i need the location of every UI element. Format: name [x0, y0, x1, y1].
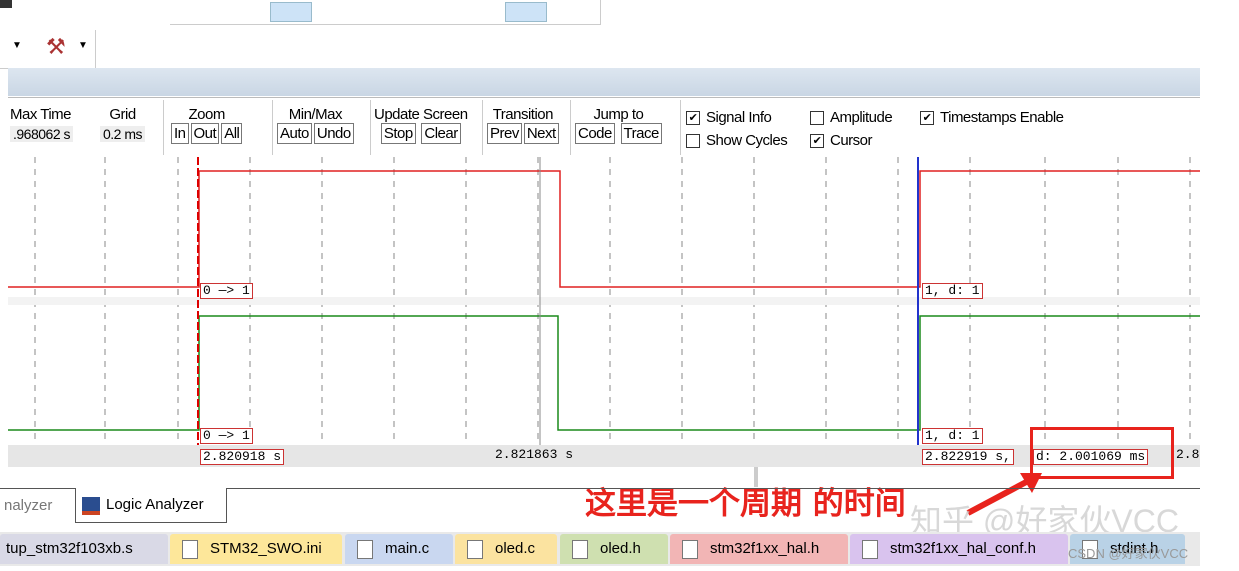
- file-icon: [572, 540, 588, 559]
- signal-1-delta-label: 1, d: 1: [922, 283, 983, 299]
- toolbar-buttons[interactable]: [170, 0, 601, 25]
- transition-label: Transition: [492, 106, 554, 123]
- grid-label: Grid: [109, 106, 136, 123]
- jump-to-label: Jump to: [593, 106, 644, 123]
- file-tab-label: main.c: [385, 540, 430, 557]
- file-icon: [182, 540, 198, 559]
- file-tab-label: oled.h: [600, 540, 641, 557]
- tools-icon[interactable]: ⚒: [46, 34, 66, 60]
- annotation-box: [1030, 427, 1174, 479]
- title-band: [8, 68, 1200, 96]
- file-tab-label: stm32f1xx_hal.h: [710, 540, 820, 557]
- logic-analyzer-controls: Max Time .968062 s Grid 0.2 ms Zoom In Out Al…: [8, 97, 1200, 158]
- amplitude-label: Amplitude: [830, 109, 893, 126]
- waveform-plot: [8, 157, 1200, 445]
- tab-analyzer[interactable]: nalyzer: [4, 497, 52, 514]
- file-tab[interactable]: tup_stm32f103xb.s: [0, 534, 168, 564]
- stop-button[interactable]: Stop: [380, 123, 416, 144]
- signal-info-checkbox[interactable]: ✔: [686, 111, 700, 126]
- time-cursor: 2.821863 s: [495, 447, 574, 462]
- file-tab-label: stm32f1xx_hal_conf.h: [890, 540, 1036, 557]
- window-button[interactable]: [505, 2, 547, 22]
- update-screen-label: Update Screen: [374, 106, 468, 123]
- file-icon: [682, 540, 698, 559]
- secondary-toolbar: ▼ ⚒ ▼: [0, 30, 96, 69]
- undo-button[interactable]: Undo: [313, 123, 354, 144]
- logic-analyzer-icon: [82, 497, 100, 515]
- zoom-out-button[interactable]: Out: [190, 123, 220, 144]
- file-icon: [467, 540, 483, 559]
- find-button[interactable]: [270, 2, 312, 22]
- cursor-label: Cursor: [830, 132, 873, 149]
- timestamps-label: Timestamps Enable: [940, 109, 1064, 126]
- app-icon: [0, 0, 12, 8]
- time-axis: 2.820918 s 2.821863 s 2.822919 s, d: 2.0…: [8, 445, 1200, 467]
- clear-button[interactable]: Clear: [421, 123, 461, 144]
- file-tab[interactable]: oled.h: [560, 534, 668, 564]
- grid-value: 0.2 ms: [100, 126, 146, 142]
- file-tabs: tup_stm32f103xb.s STM32_SWO.ini main.c oled…: [0, 532, 1200, 566]
- signal-separator: [8, 297, 1200, 305]
- file-icon: [357, 540, 373, 559]
- zoom-all-button[interactable]: All: [221, 123, 243, 144]
- file-tab[interactable]: stm32f1xx_hal.h: [670, 534, 848, 564]
- signal-1-trace: [8, 170, 1200, 288]
- timestamps-checkbox[interactable]: ✔: [920, 111, 934, 126]
- main-toolbar: [0, 0, 1239, 30]
- file-tab[interactable]: oled.c: [455, 534, 557, 564]
- minmax-label: Min/Max: [288, 106, 343, 123]
- code-button[interactable]: Code: [575, 123, 615, 144]
- dropdown-arrow-icon[interactable]: ▼: [78, 40, 88, 51]
- file-tab[interactable]: stm32f1xx_hal_conf.h: [850, 534, 1068, 564]
- zoom-label: Zoom: [188, 106, 226, 123]
- file-tab[interactable]: main.c: [345, 534, 453, 564]
- time-next: 2.8: [1176, 447, 1200, 462]
- max-time-value: .968062 s: [10, 126, 73, 142]
- auto-button[interactable]: Auto: [277, 123, 312, 144]
- amplitude-checkbox[interactable]: [810, 111, 824, 126]
- waveform-area[interactable]: 0 —> 1 1, d: 1 0 —> 1 1, d: 1: [8, 157, 1200, 445]
- show-cycles-checkbox[interactable]: [686, 134, 700, 149]
- file-tab-label: tup_stm32f103xb.s: [6, 540, 133, 557]
- signal-1-transition-label: 0 —> 1: [200, 283, 253, 299]
- cursor-checkbox[interactable]: ✔: [810, 134, 824, 149]
- dropdown-arrow-icon[interactable]: ▼: [12, 40, 22, 51]
- file-icon: [862, 540, 878, 559]
- time-right-marker: 2.822919 s,: [922, 449, 1014, 465]
- next-button[interactable]: Next: [523, 123, 559, 144]
- file-tab-label: oled.c: [495, 540, 536, 557]
- signal-2-trace: [8, 315, 1200, 431]
- show-cycles-label: Show Cycles: [706, 132, 788, 149]
- file-tab[interactable]: STM32_SWO.ini: [170, 534, 342, 564]
- signal-info-label: Signal Info: [706, 109, 772, 126]
- zoom-in-button[interactable]: In: [171, 123, 189, 144]
- file-tab-label: STM32_SWO.ini: [210, 540, 322, 557]
- trace-button[interactable]: Trace: [620, 123, 662, 144]
- signal-2-delta-label: 1, d: 1: [922, 428, 983, 444]
- signal-2-transition-label: 0 —> 1: [200, 428, 253, 444]
- time-left-marker: 2.820918 s: [200, 449, 285, 465]
- tab-logic-analyzer-label: Logic Analyzer: [106, 496, 204, 513]
- csdn-watermark: CSDN @好家伙VCC: [1068, 546, 1189, 561]
- prev-button[interactable]: Prev: [487, 123, 522, 144]
- tab-logic-analyzer[interactable]: Logic Analyzer: [75, 488, 227, 523]
- max-time-label: Max Time: [10, 106, 72, 123]
